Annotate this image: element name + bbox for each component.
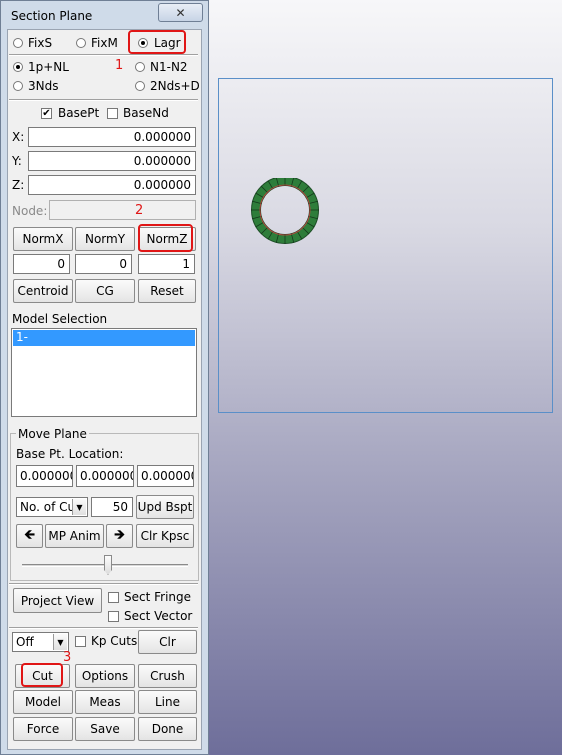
3nds-radio[interactable] [13, 81, 23, 91]
kp-cuts-checkbox[interactable] [75, 636, 86, 647]
cuts-combo[interactable]: No. of Cuts ▼ [16, 497, 88, 517]
basept-label: BasePt [58, 106, 100, 120]
x-label: X: [12, 130, 25, 144]
clr-button[interactable]: Clr [138, 630, 197, 654]
clr-kpsc-button[interactable]: Clr Kpsc [136, 524, 194, 548]
move-plane-label: Move Plane [16, 427, 89, 441]
sect-vector-label: Sect Vector [124, 609, 193, 623]
base-loc-y[interactable]: 0.000000 [76, 465, 134, 487]
fixs-label: FixS [28, 36, 53, 50]
annotation-number-2: 2 [135, 203, 144, 218]
normal-y-value[interactable]: 0 [75, 254, 132, 274]
project-view-button[interactable]: Project View [13, 588, 102, 613]
force-button[interactable]: Force [13, 717, 73, 741]
options-button[interactable]: Options [75, 664, 135, 688]
done-button[interactable]: Done [138, 717, 197, 741]
2nds-d-radio[interactable] [135, 81, 145, 91]
cg-button[interactable]: CG [75, 279, 135, 303]
node-label: Node: [12, 204, 48, 218]
arrow-right-button[interactable]: 🡺 [106, 524, 133, 548]
fixm-radio[interactable] [76, 38, 86, 48]
kp-mode-value: Off [16, 635, 34, 649]
crush-button[interactable]: Crush [138, 664, 197, 688]
1p-nl-label: 1p+NL [28, 60, 69, 74]
kp-mode-combo[interactable]: Off ▼ [12, 632, 69, 652]
y-label: Y: [12, 154, 22, 168]
separator [9, 99, 198, 101]
cuts-count-field[interactable]: 50 [91, 497, 133, 517]
kp-cuts-label: Kp Cuts [91, 634, 138, 648]
basept-checkbox[interactable]: ✔ [41, 108, 52, 119]
separator [9, 583, 198, 585]
section-ring [251, 178, 319, 244]
sect-fringe-label: Sect Fringe [124, 590, 192, 604]
annotation-box-3 [21, 663, 63, 687]
close-button[interactable]: ✕ [158, 3, 203, 22]
meas-button[interactable]: Meas [75, 690, 135, 714]
separator [9, 54, 198, 56]
n1-n2-label: N1-N2 [150, 60, 188, 74]
z-field[interactable]: 0.000000 [28, 175, 196, 195]
fixs-radio[interactable] [13, 38, 23, 48]
1p-nl-radio[interactable] [13, 62, 23, 72]
annotation-box-1 [128, 30, 186, 54]
base-loc-x[interactable]: 0.000000 [16, 465, 73, 487]
separator [9, 627, 198, 629]
reset-button[interactable]: Reset [138, 279, 196, 303]
graphics-viewport[interactable] [218, 78, 553, 413]
chevron-down-icon[interactable]: ▼ [53, 634, 67, 650]
window-title: Section Plane [11, 9, 93, 23]
save-button[interactable]: Save [75, 717, 135, 741]
annotation-box-2 [138, 224, 193, 252]
x-field[interactable]: 0.000000 [28, 127, 196, 147]
arrow-left-button[interactable]: 🡸 [16, 524, 43, 548]
line-button[interactable]: Line [138, 690, 197, 714]
z-label: Z: [12, 178, 25, 192]
annotation-number-1: 1 [115, 58, 124, 73]
arrow-left-icon: 🡸 [23, 527, 36, 543]
centroid-button[interactable]: Centroid [13, 279, 73, 303]
annotation-number-3: 3 [63, 650, 72, 665]
chevron-down-icon[interactable]: ▼ [72, 499, 86, 515]
sect-vector-checkbox[interactable] [108, 611, 119, 622]
sect-fringe-checkbox[interactable] [108, 592, 119, 603]
list-item[interactable]: 1- [13, 330, 195, 346]
model-button[interactable]: Model [13, 690, 73, 714]
model-selection-label: Model Selection [12, 312, 108, 326]
2nds-d-label: 2Nds+D [150, 79, 200, 93]
normy-button[interactable]: NormY [75, 227, 135, 251]
normx-button[interactable]: NormX [13, 227, 73, 251]
upd-bspt-button[interactable]: Upd Bspt [136, 495, 194, 519]
n1-n2-radio[interactable] [135, 62, 145, 72]
normal-z-value[interactable]: 1 [138, 254, 195, 274]
basend-checkbox[interactable] [107, 108, 118, 119]
mp-anim-button[interactable]: MP Anim [45, 524, 104, 548]
base-loc-z[interactable]: 0.000000 [137, 465, 194, 487]
model-selection-list[interactable]: 1- [11, 328, 197, 417]
basend-label: BaseNd [123, 106, 169, 120]
3nds-label: 3Nds [28, 79, 59, 93]
arrow-right-icon: 🡺 [113, 527, 126, 543]
base-pt-location-label: Base Pt. Location: [16, 447, 124, 461]
close-icon: ✕ [175, 5, 186, 20]
fixm-label: FixM [91, 36, 118, 50]
node-field[interactable] [49, 200, 196, 220]
normal-x-value[interactable]: 0 [13, 254, 70, 274]
y-field[interactable]: 0.000000 [28, 151, 196, 171]
